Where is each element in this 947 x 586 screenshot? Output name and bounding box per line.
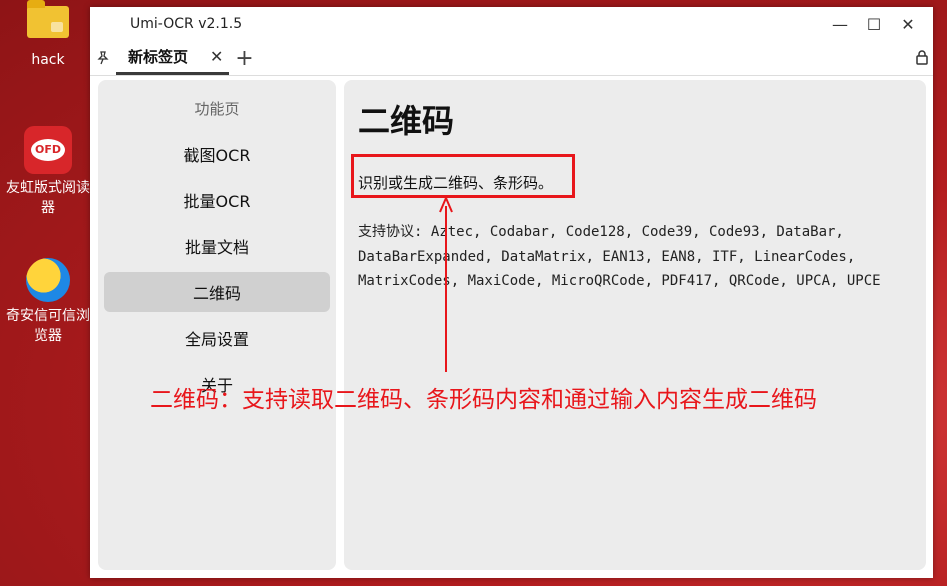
annotation-text: 二维码：支持读取二维码、条形码内容和通过输入内容生成二维码 <box>150 387 817 413</box>
annotation-arrow-icon <box>439 195 453 372</box>
